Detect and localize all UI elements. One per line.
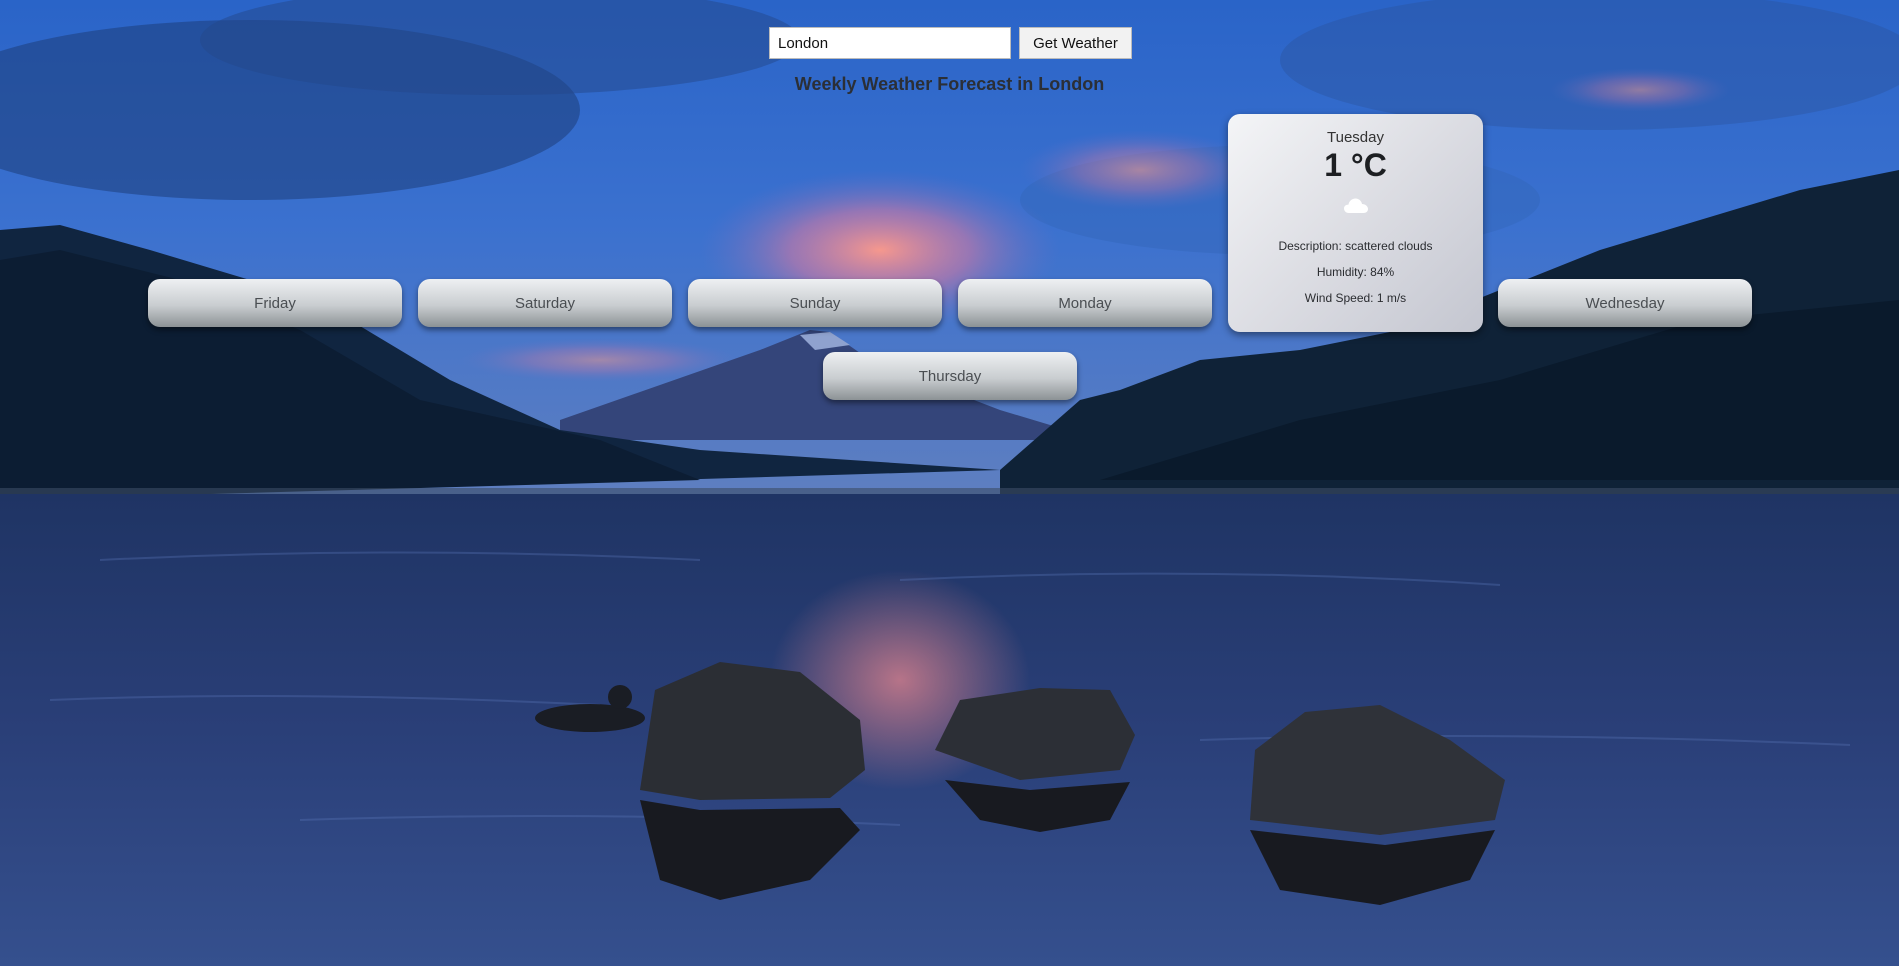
humidity-value: Humidity: 84% (1316, 265, 1395, 279)
day-card-saturday[interactable]: Saturday (418, 279, 672, 327)
day-label: Wednesday (1585, 294, 1665, 312)
day-label: Friday (254, 294, 296, 312)
day-card-thursday[interactable]: Thursday (823, 352, 1077, 400)
background-landscape-image (0, 0, 1899, 966)
day-label: Sunday (789, 294, 841, 312)
temperature-value: 1 °C (1324, 147, 1387, 183)
day-card-sunday[interactable]: Sunday (688, 279, 942, 327)
day-label: Tuesday (1327, 129, 1384, 146)
wind-speed-value: Wind Speed: 1 m/s (1304, 291, 1407, 305)
get-weather-button[interactable]: Get Weather (1019, 27, 1132, 59)
city-search-input[interactable] (769, 27, 1011, 59)
day-label: Thursday (918, 367, 982, 385)
day-label: Monday (1058, 294, 1112, 312)
page-title: Weekly Weather Forecast in London (794, 74, 1105, 94)
day-card-wednesday[interactable]: Wednesday (1498, 279, 1752, 327)
weather-description: Description: scattered clouds (1278, 239, 1433, 253)
cloud-icon (1228, 196, 1483, 222)
day-card-friday[interactable]: Friday (148, 279, 402, 327)
day-card-monday[interactable]: Monday (958, 279, 1212, 327)
day-label: Saturday (514, 294, 576, 312)
day-card-tuesday-expanded[interactable]: Tuesday 1 °C Description: scattered clou… (1228, 114, 1483, 332)
